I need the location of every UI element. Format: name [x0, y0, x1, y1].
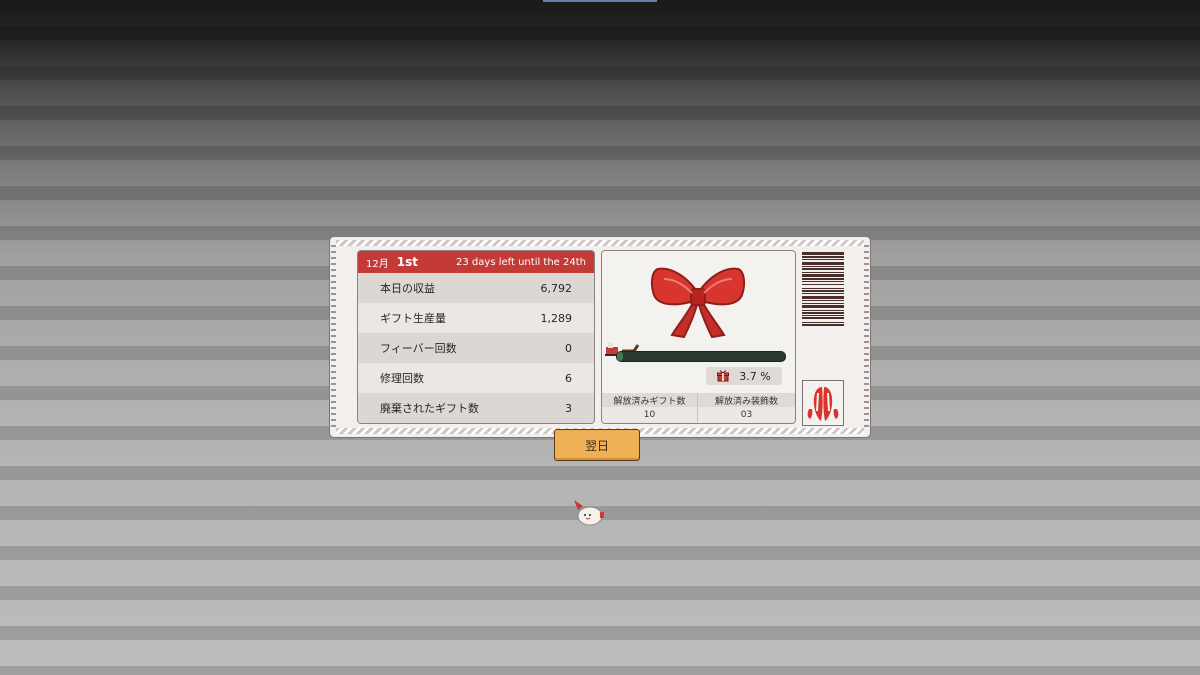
barcode-icon: [802, 252, 844, 326]
stat-label: 廃棄されたギフト数: [380, 402, 479, 415]
countdown-label: 23 days left until the 24th: [456, 256, 586, 268]
red-ribbon-bow-icon: [650, 267, 746, 339]
game-screen: 12月 1st 23 days left until the 24th 本日の収…: [0, 0, 1200, 675]
stat-value: 1,289: [540, 311, 573, 325]
gift-panel: 3.7 % 解放済みギフト数 解放済み装飾数 10 03: [601, 250, 796, 424]
stat-row-gift-production: ギフト生産量 1,289: [358, 303, 594, 333]
stat-value: 6: [565, 371, 572, 385]
stat-row-fever-count: フィーバー回数 0: [358, 333, 594, 363]
gift-box-icon: [717, 370, 730, 382]
snowman-mascot-icon: [574, 500, 604, 526]
ticket-top-stripe: [336, 240, 864, 246]
stats-list: 本日の収益 6,792 ギフト生産量 1,289 フィーバー回数 0 修理回数 …: [358, 273, 594, 423]
reindeer-footprint-stamp: [802, 380, 844, 426]
unlocked-decor-label: 解放済み装飾数: [698, 393, 795, 407]
unlocked-gifts-value: 10: [602, 407, 698, 423]
daily-report-ticket: 12月 1st 23 days left until the 24th 本日の収…: [330, 237, 870, 437]
progress-percent-badge: 3.7 %: [706, 367, 782, 385]
stat-value: 0: [565, 341, 572, 355]
stat-value: 6,792: [540, 281, 573, 295]
month-label: 12月: [366, 258, 389, 270]
unlocked-decor-value: 03: [698, 407, 795, 423]
unlock-counts-table: 解放済みギフト数 解放済み装飾数 10 03: [602, 393, 795, 423]
ticket-perforation-left: [331, 245, 336, 429]
hoof-print-icon: [807, 387, 839, 421]
unlocked-gifts-label: 解放済みギフト数: [602, 393, 698, 407]
next-day-button[interactable]: 翌日: [554, 429, 640, 461]
stats-panel: 12月 1st 23 days left until the 24th 本日の収…: [357, 250, 595, 424]
day-label: 1st: [396, 255, 418, 269]
gift-progress-fill: [617, 352, 624, 361]
stat-label: 本日の収益: [380, 282, 435, 295]
stat-row-discarded-gifts: 廃棄されたギフト数 3: [358, 393, 594, 423]
stat-row-revenue: 本日の収益 6,792: [358, 273, 594, 303]
stat-label: ギフト生産量: [380, 312, 446, 325]
date-header: 12月 1st 23 days left until the 24th: [358, 251, 594, 273]
stat-row-repair-count: 修理回数 6: [358, 363, 594, 393]
stat-label: フィーバー回数: [380, 342, 457, 355]
ticket-perforation-right: [864, 245, 869, 429]
stat-value: 3: [565, 401, 572, 415]
stat-label: 修理回数: [380, 372, 424, 385]
top-bar-fragment: [543, 0, 657, 2]
progress-percent-value: 3.7 %: [739, 369, 771, 383]
gift-progress-bar: [616, 351, 786, 362]
